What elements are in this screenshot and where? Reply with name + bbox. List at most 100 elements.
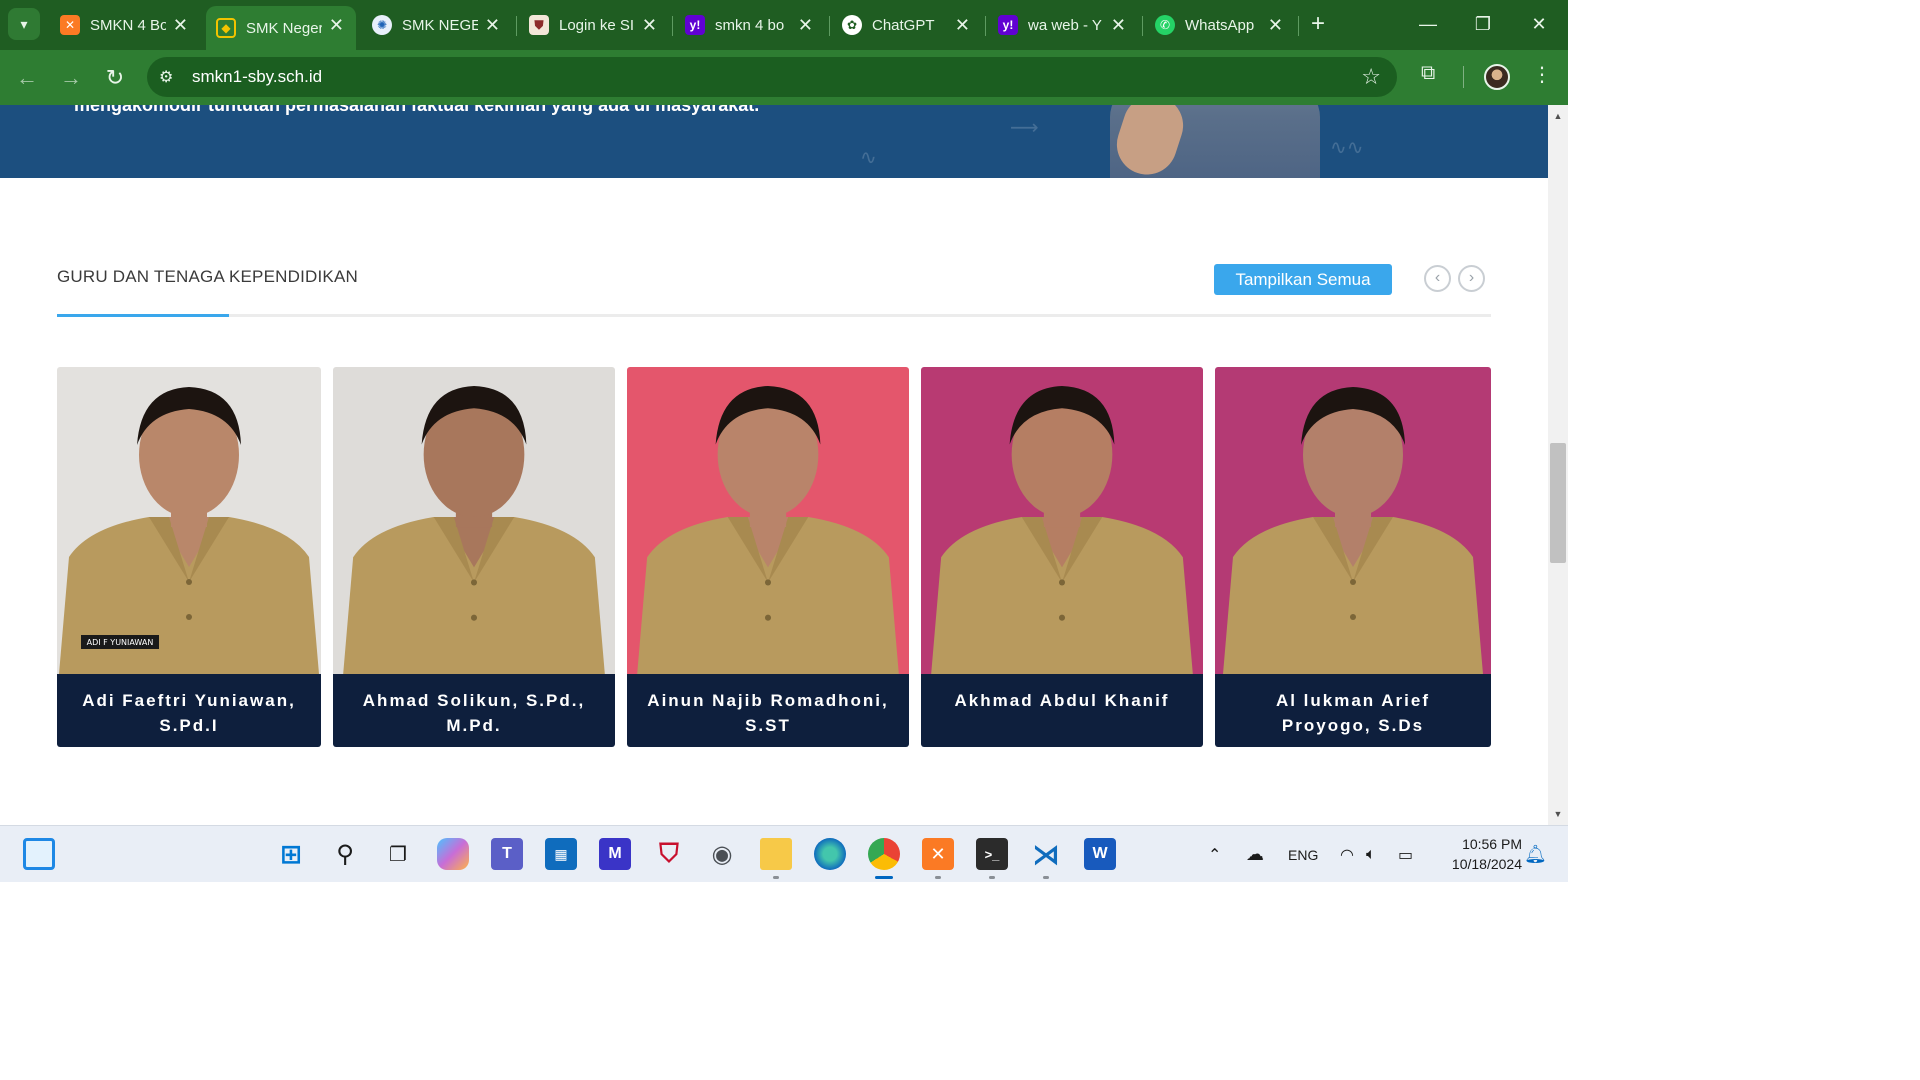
- onedrive-icon[interactable]: ☁: [1246, 826, 1264, 883]
- vscode-icon[interactable]: ⋊: [1030, 838, 1062, 879]
- url-text[interactable]: smkn1-sby.sch.id: [192, 67, 322, 87]
- tab-separator: [1298, 16, 1299, 36]
- tab-separator: [829, 16, 830, 36]
- hero-photo: [1109, 105, 1320, 178]
- widgets-icon[interactable]: [23, 838, 55, 870]
- notification-bell-icon[interactable]: 🔔︎: [1524, 826, 1547, 883]
- close-tab-icon[interactable]: ✕: [798, 15, 813, 36]
- reload-icon[interactable]: ↻: [100, 63, 130, 93]
- xampp-icon: ✕: [60, 15, 80, 35]
- mcafee-icon[interactable]: ⛉: [653, 838, 685, 870]
- staff-photo: [333, 367, 615, 674]
- extensions-icon[interactable]: ⧉: [1421, 62, 1435, 85]
- tab-separator: [1142, 16, 1143, 36]
- staff-photo: ADI F YUNIAWAN: [57, 367, 321, 674]
- language-indicator[interactable]: ENG: [1288, 826, 1318, 883]
- staff-photo: [627, 367, 909, 674]
- staff-name: Adi Faeftri Yuniawan, S.Pd.I: [57, 674, 321, 747]
- terminal-icon[interactable]: >_: [976, 838, 1008, 879]
- chrome-icon[interactable]: [868, 838, 900, 879]
- school-emblem-icon: ✺: [372, 15, 392, 35]
- word-icon[interactable]: W: [1084, 838, 1116, 870]
- toolbar-divider: [1463, 66, 1464, 88]
- edge-icon[interactable]: [814, 838, 846, 870]
- tab-login-ke-si[interactable]: ⛊ Login ke SI ✕: [519, 6, 669, 44]
- teams-icon[interactable]: T: [491, 838, 523, 870]
- tab-separator: [985, 16, 986, 36]
- hero-text: mengakomodir tuntutan permasalahan faktu…: [74, 105, 760, 115]
- start-icon[interactable]: ⊞: [275, 838, 307, 870]
- mcafee-alt-icon[interactable]: M: [599, 838, 631, 870]
- tab-smk-negeri[interactable]: ◆ SMK Negeri ✕: [206, 6, 356, 50]
- decor-arrow-icon: ⟶: [1010, 117, 1039, 139]
- bookmark-star-icon[interactable]: ☆: [1361, 64, 1381, 90]
- staff-name: Akhmad Abdul Khanif: [921, 674, 1203, 747]
- back-icon[interactable]: ←: [12, 63, 42, 93]
- close-tab-icon[interactable]: ✕: [485, 15, 500, 36]
- close-tab-icon[interactable]: ✕: [642, 15, 657, 36]
- close-window-icon[interactable]: ✕: [1519, 8, 1559, 40]
- minimize-icon[interactable]: —: [1408, 8, 1448, 40]
- tab-smk-nege[interactable]: ✺ SMK NEGE ✕: [362, 6, 512, 44]
- carousel-prev-button[interactable]: ‹: [1424, 265, 1451, 292]
- tab-wa-web-yahoo[interactable]: y! wa web - Y ✕: [988, 6, 1138, 44]
- browser-toolbar: ← → ↻ ⚙ smkn1-sby.sch.id ☆ ⧉ ⋮: [0, 50, 1568, 105]
- web-page: ⟶ ∿ ∿∿ mengakomodir tuntutan permasalaha…: [0, 105, 1548, 825]
- tab-separator: [672, 16, 673, 36]
- scroll-down-icon[interactable]: ▼: [1548, 805, 1568, 823]
- menu-kebab-icon[interactable]: ⋮: [1532, 62, 1552, 87]
- search-icon[interactable]: ⚲: [329, 838, 361, 870]
- address-bar[interactable]: ⚙ smkn1-sby.sch.id ☆: [147, 57, 1397, 97]
- wifi-icon[interactable]: ◠: [1340, 826, 1354, 883]
- clock[interactable]: 10:56 PM 10/18/2024: [1432, 834, 1522, 874]
- xampp-icon[interactable]: ✕: [922, 838, 954, 879]
- tab-title: smkn 4 bo: [715, 16, 785, 34]
- close-tab-icon[interactable]: ✕: [1111, 15, 1126, 36]
- clock-date: 10/18/2024: [1451, 856, 1522, 872]
- volume-icon[interactable]: 🔈︎: [1366, 826, 1376, 883]
- staff-card[interactable]: Al lukman Arief Proyogo, S.Ds: [1215, 367, 1491, 747]
- show-all-button[interactable]: Tampilkan Semua: [1214, 264, 1392, 295]
- tab-search-dropdown-icon[interactable]: ▾: [8, 8, 40, 40]
- staff-photo: [1215, 367, 1491, 674]
- task-view-icon[interactable]: ❐: [382, 838, 414, 870]
- tab-title: wa web - Y: [1028, 16, 1102, 34]
- new-tab-button[interactable]: +: [1305, 10, 1331, 40]
- carousel-next-button[interactable]: ›: [1458, 265, 1485, 292]
- battery-icon[interactable]: ▭: [1398, 826, 1413, 883]
- login-shield-icon: ⛊: [529, 15, 549, 35]
- close-tab-icon[interactable]: ✕: [955, 15, 970, 36]
- tab-smkn4-bo-yahoo[interactable]: y! smkn 4 bo ✕: [675, 6, 825, 44]
- section-title: GURU DAN TENAGA KEPENDIDIKAN: [57, 267, 358, 286]
- page-scrollbar[interactable]: ▲ ▼: [1548, 105, 1568, 825]
- staff-card[interactable]: Ainun Najib Romadhoni, S.ST: [627, 367, 909, 747]
- scroll-up-icon[interactable]: ▲: [1548, 107, 1568, 125]
- whatsapp-icon: ✆: [1155, 15, 1175, 35]
- copilot-icon[interactable]: [437, 838, 469, 870]
- site-settings-icon[interactable]: ⚙: [159, 67, 179, 87]
- decor-squiggle-icon: ∿: [860, 147, 877, 169]
- file-explorer-icon[interactable]: [760, 838, 792, 879]
- camera-icon[interactable]: ◉: [706, 838, 738, 870]
- tab-whatsapp[interactable]: ✆ WhatsApp ✕: [1145, 6, 1295, 44]
- store-icon[interactable]: ▦: [545, 838, 577, 870]
- restore-icon[interactable]: ❐: [1463, 8, 1503, 40]
- staff-card[interactable]: Akhmad Abdul Khanif: [921, 367, 1203, 747]
- tab-title: SMK Negeri: [246, 19, 322, 37]
- tab-smkn4-bo[interactable]: ✕ SMKN 4 Bo ✕: [50, 6, 200, 44]
- decor-squiggle-icon: ∿∿: [1330, 137, 1364, 159]
- tab-chatgpt[interactable]: ✿ ChatGPT ✕: [832, 6, 982, 44]
- profile-avatar[interactable]: [1484, 64, 1510, 90]
- staff-card[interactable]: ADI F YUNIAWAN Adi Faeftri Yuniawan, S.P…: [57, 367, 321, 747]
- forward-icon[interactable]: →: [56, 63, 86, 93]
- scrollbar-thumb[interactable]: [1550, 443, 1566, 563]
- tab-separator: [516, 16, 517, 36]
- staff-card[interactable]: Ahmad Solikun, S.Pd., M.Pd.: [333, 367, 615, 747]
- close-tab-icon[interactable]: ✕: [329, 15, 344, 36]
- chevron-up-icon[interactable]: ⌃: [1208, 826, 1221, 883]
- windows-taskbar: ⊞ ⚲ ❐ T ▦ M ⛉ ◉ ✕ >_ ⋊ W ⌃ ☁ ENG ◠ 🔈︎ ▭ …: [0, 825, 1568, 882]
- yahoo-icon: y!: [685, 15, 705, 35]
- close-tab-icon[interactable]: ✕: [1268, 15, 1283, 36]
- svg-text:ADI F YUNIAWAN: ADI F YUNIAWAN: [87, 638, 154, 647]
- close-tab-icon[interactable]: ✕: [173, 15, 188, 36]
